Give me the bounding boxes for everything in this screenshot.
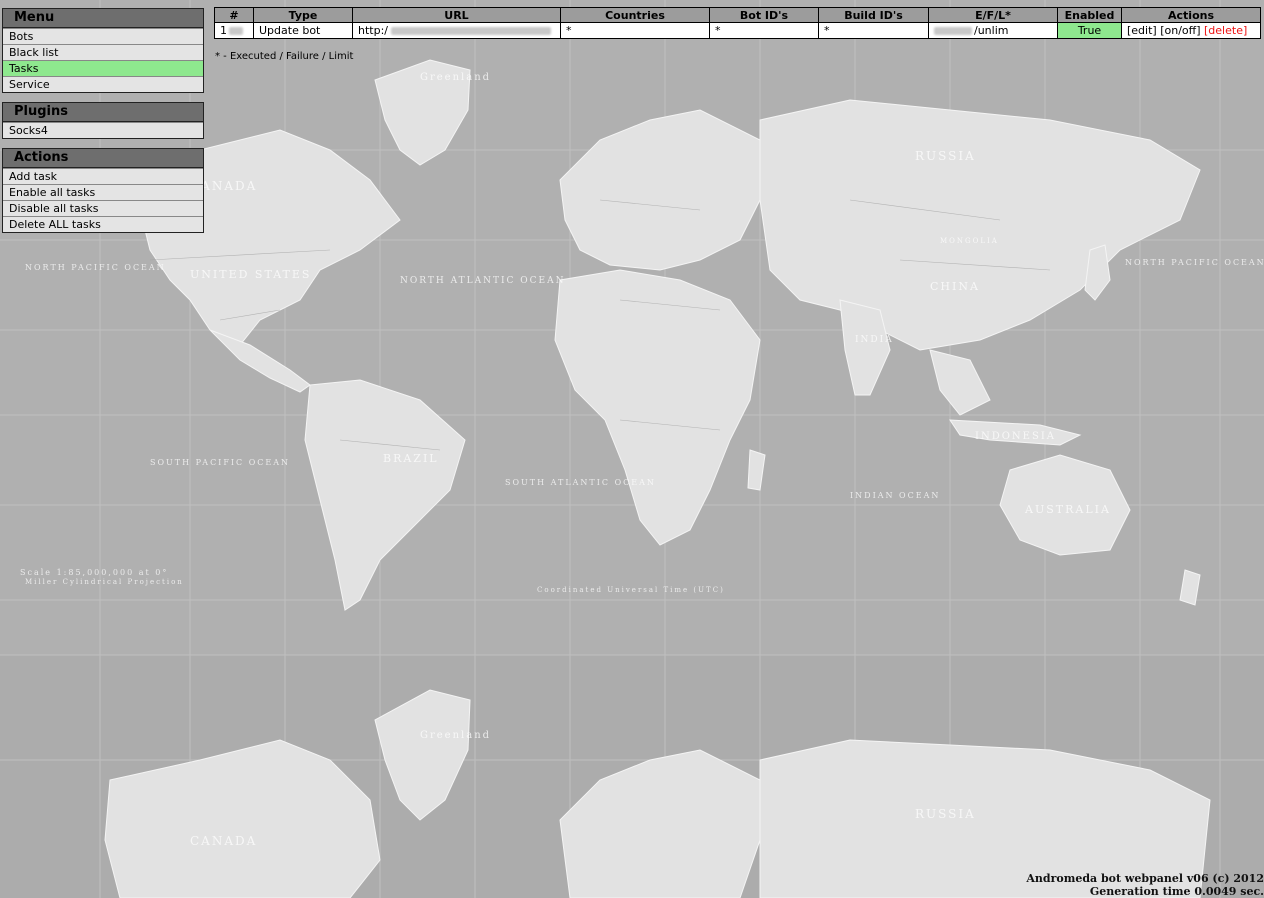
menu-item-black-list[interactable]: Black list: [3, 44, 203, 60]
delete-all-tasks-link[interactable]: Delete ALL tasks: [3, 216, 203, 232]
task-efl-cell: /unlim: [928, 22, 1058, 39]
plugins-panel: Plugins Socks4: [2, 102, 204, 139]
plugins-title: Plugins: [3, 103, 203, 122]
map-label-utc: Coordinated Universal Time (UTC): [537, 586, 725, 594]
column-header-actions: Actions: [1121, 7, 1261, 23]
menu-item-bots[interactable]: Bots: [3, 28, 203, 44]
actions-panel: Actions Add task Enable all tasks Disabl…: [2, 148, 204, 233]
footer-generation-time: Generation time 0.0049 sec.: [1089, 885, 1264, 898]
footer-copyright: Andromeda bot webpanel v06 (c) 2012: [1026, 872, 1264, 885]
column-header-efl: E/F/L*: [928, 7, 1058, 23]
map-label-united-states: UNITED STATES: [190, 268, 311, 281]
map-label-scale: Scale 1:85,000,000 at 0°: [20, 568, 168, 577]
map-label-indonesia: INDONESIA: [975, 431, 1056, 442]
map-label-russia-lower: RUSSIA: [915, 807, 976, 821]
redacted-url: [391, 27, 551, 35]
efl-legend: * - Executed / Failure / Limit: [215, 51, 354, 62]
task-id-cell: 1: [214, 22, 254, 39]
map-label-brazil: BRAZIL: [383, 452, 439, 465]
add-task-link[interactable]: Add task: [3, 168, 203, 184]
tasks-table: # Type URL Countries Bot ID's Build ID's…: [214, 7, 1261, 39]
footer: Andromeda bot webpanel v06 (c) 2012 Gene…: [1026, 872, 1264, 898]
column-header-url: URL: [352, 7, 561, 23]
map-label-projection: Miller Cylindrical Projection: [25, 578, 184, 586]
map-label-south-pacific: SOUTH PACIFIC OCEAN: [150, 458, 290, 467]
task-actions-cell: [edit] [on/off] [delete]: [1121, 22, 1261, 39]
menu-panel: Menu Bots Black list Tasks Service: [2, 8, 204, 93]
task-bot-ids: *: [709, 22, 819, 39]
map-label-russia: RUSSIA: [915, 149, 976, 163]
redacted-efl: [934, 27, 972, 35]
map-label-mongolia: MONGOLIA: [940, 237, 999, 245]
task-build-ids: *: [818, 22, 929, 39]
delete-task-link[interactable]: [delete]: [1204, 24, 1247, 37]
tasks-header-row: # Type URL Countries Bot ID's Build ID's…: [214, 7, 1261, 23]
task-type: Update bot: [253, 22, 353, 39]
map-label-india: INDIA: [855, 335, 894, 345]
map-label-greenland: Greenland: [420, 72, 491, 83]
task-url-cell: http:/: [352, 22, 561, 39]
map-label-north-pacific-left: NORTH PACIFIC OCEAN: [25, 263, 166, 272]
menu-title: Menu: [3, 9, 203, 28]
task-countries: *: [560, 22, 710, 39]
table-row: 1 Update bot http:/ * * * /unlim True [e…: [214, 22, 1261, 39]
map-label-canada-lower: CANADA: [190, 834, 257, 848]
column-header-number: #: [214, 7, 254, 23]
menu-item-service[interactable]: Service: [3, 76, 203, 92]
enable-all-tasks-link[interactable]: Enable all tasks: [3, 184, 203, 200]
map-label-indian-ocean: INDIAN OCEAN: [850, 491, 940, 500]
task-enabled-status: True: [1057, 22, 1122, 39]
redacted-id: [229, 27, 243, 35]
map-label-south-atlantic: SOUTH ATLANTIC OCEAN: [505, 478, 656, 487]
task-efl: /unlim: [974, 24, 1009, 37]
menu-item-tasks[interactable]: Tasks: [3, 60, 203, 76]
edit-task-link[interactable]: [edit]: [1127, 24, 1157, 37]
task-id: 1: [220, 24, 227, 37]
map-label-australia: AUSTRALIA: [1024, 503, 1111, 516]
column-header-build-ids: Build ID's: [818, 7, 929, 23]
column-header-type: Type: [253, 7, 353, 23]
toggle-task-link[interactable]: [on/off]: [1160, 24, 1200, 37]
plugin-item-socks4[interactable]: Socks4: [3, 122, 203, 138]
column-header-bot-ids: Bot ID's: [709, 7, 819, 23]
actions-title: Actions: [3, 149, 203, 168]
map-label-north-pacific-right: NORTH PACIFIC OCEAN: [1125, 258, 1264, 267]
disable-all-tasks-link[interactable]: Disable all tasks: [3, 200, 203, 216]
map-label-china: CHINA: [930, 280, 980, 293]
map-label-north-atlantic: NORTH ATLANTIC OCEAN: [400, 276, 565, 286]
column-header-enabled: Enabled: [1057, 7, 1122, 23]
task-url: http:/: [358, 24, 388, 37]
map-label-greenland-lower: Greenland: [420, 730, 491, 741]
column-header-countries: Countries: [560, 7, 710, 23]
